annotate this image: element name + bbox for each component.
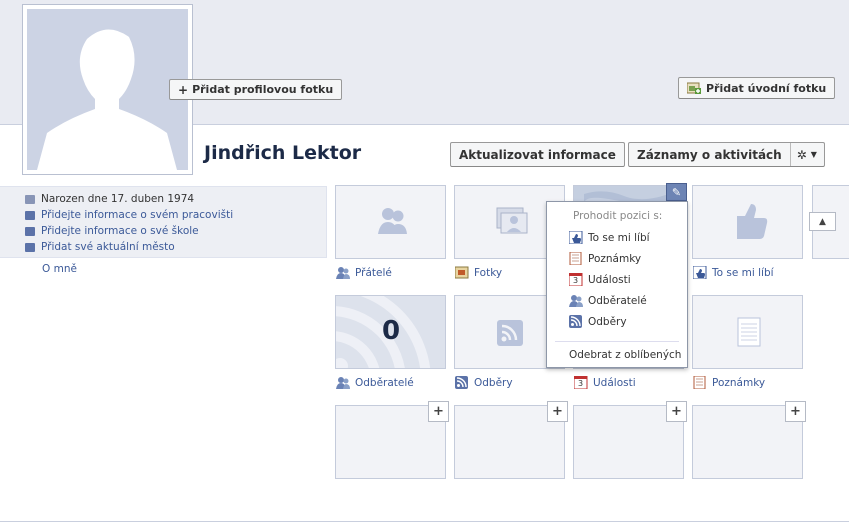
add-tile-button-2[interactable]: +: [547, 401, 568, 422]
arrow-up-icon[interactable]: ▲: [809, 212, 836, 231]
swap-position-menu: Prohodit pozici s: To se mi líbí Poznámk…: [546, 201, 688, 368]
add-cover-photo-button[interactable]: Přidat úvodní fotku: [678, 77, 836, 99]
activity-log-label: Záznamy o aktivitách: [629, 143, 791, 166]
notes-text: Poznámky: [712, 376, 766, 389]
add-tile-button-1[interactable]: +: [428, 401, 449, 422]
swap-item-notes[interactable]: Poznámky: [569, 251, 642, 266]
friends-icon: [378, 208, 407, 234]
pencil-icon[interactable]: ✎: [666, 183, 687, 201]
menu-divider: [555, 341, 679, 342]
add-cover-photo-label: Přidat úvodní fotku: [706, 81, 827, 95]
notes-tile[interactable]: [692, 295, 803, 369]
person-silhouette-icon: [27, 9, 188, 170]
swap-item-events[interactable]: 3 Události: [568, 272, 631, 287]
school-info-link[interactable]: Přidejte informace o své škole: [25, 225, 199, 237]
events-label[interactable]: 3 Události: [573, 375, 636, 390]
born-info: Narozen dne 17. duben 1974: [25, 193, 194, 205]
like-small-icon: [568, 230, 583, 245]
update-info-label: Aktualizovat informace: [459, 147, 616, 162]
notes-small-icon: [693, 375, 707, 390]
home-icon: [25, 242, 35, 252]
subscribers-small-icon: [336, 376, 350, 389]
subscriptions-label[interactable]: Odběry: [455, 376, 513, 389]
like-small-icon: [692, 265, 707, 280]
calendar-small-icon: 3: [573, 375, 588, 390]
swap-item-likes[interactable]: To se mi líbí: [568, 230, 650, 245]
subscribers-tile[interactable]: 0: [335, 295, 446, 369]
chevron-down-icon: ▼: [810, 150, 817, 159]
notes-small-icon: [569, 251, 583, 266]
city-text: Přidat své aktuální město: [41, 241, 175, 253]
friends-label[interactable]: Přátelé: [336, 266, 392, 279]
profile-picture[interactable]: [22, 4, 193, 175]
swap-menu-header: Prohodit pozici s:: [573, 210, 663, 222]
photos-label[interactable]: Fotky: [454, 266, 503, 279]
default-avatar-silhouette: [27, 9, 188, 170]
school-icon: [25, 226, 35, 236]
calendar-day-number: 3: [573, 276, 579, 285]
calendar-day-number: 3: [578, 379, 584, 388]
friends-small-icon: [336, 266, 350, 279]
rss-small-icon: [455, 376, 469, 389]
photos-text: Fotky: [474, 266, 503, 279]
swap-item-likes-text: To se mi líbí: [588, 231, 650, 244]
school-text: Přidejte informace o své škole: [41, 225, 199, 237]
activity-log-button[interactable]: Záznamy o aktivitách ✲ ▼: [628, 142, 825, 167]
notes-icon: [737, 317, 761, 347]
add-tile-button-4[interactable]: +: [785, 401, 806, 422]
likes-label[interactable]: To se mi líbí: [692, 265, 774, 280]
add-profile-photo-button[interactable]: + Přidat profilovou fotku: [169, 79, 343, 100]
swap-item-notes-text: Poznámky: [588, 252, 642, 265]
plus-icon: +: [178, 82, 189, 97]
work-text: Přidejte informace o svém pracovišti: [41, 209, 234, 221]
swap-item-events-text: Události: [588, 273, 631, 286]
bottom-divider: [0, 521, 849, 522]
swap-item-subscribers[interactable]: Odběratelé: [569, 294, 647, 307]
add-tile-button-3[interactable]: +: [666, 401, 687, 422]
friends-text: Přátelé: [355, 266, 392, 279]
thumbs-up-icon: [737, 204, 768, 239]
subscribers-count: 0: [382, 316, 401, 346]
rss-small-icon: [569, 315, 583, 328]
swap-item-subscriptions-text: Odběry: [588, 315, 627, 328]
remove-from-favorites[interactable]: Odebrat z oblíbených: [569, 349, 681, 361]
city-info-link[interactable]: Přidat své aktuální město: [25, 241, 175, 253]
calendar-small-icon: 3: [568, 272, 583, 287]
subscribers-small-icon: [569, 294, 583, 307]
about-link[interactable]: O mně: [42, 263, 77, 275]
friends-tile[interactable]: [335, 185, 446, 259]
swap-item-subscribers-text: Odběratelé: [588, 294, 647, 307]
add-profile-photo-label: Přidat profilovou fotku: [192, 83, 334, 96]
photos-small-icon: [454, 266, 469, 279]
work-info-link[interactable]: Přidejte informace o svém pracovišti: [25, 209, 233, 221]
subscribers-text: Odběratelé: [355, 376, 414, 389]
swap-item-subscriptions[interactable]: Odběry: [569, 315, 627, 328]
gear-icon[interactable]: ✲ ▼: [791, 148, 823, 162]
born-text: Narozen dne 17. duben 1974: [41, 193, 195, 205]
cover-photo-icon: [686, 82, 701, 94]
likes-tile[interactable]: [692, 185, 803, 259]
events-text: Události: [593, 376, 636, 389]
likes-text: To se mi líbí: [712, 266, 774, 279]
briefcase-icon: [25, 210, 35, 220]
update-info-button[interactable]: Aktualizovat informace: [450, 142, 625, 167]
calendar-icon: [25, 194, 35, 204]
notes-label[interactable]: Poznámky: [693, 375, 766, 390]
subscriptions-text: Odběry: [474, 376, 513, 389]
subscribers-label[interactable]: Odběratelé: [336, 376, 414, 389]
profile-name: Jindřich Lektor: [204, 142, 362, 164]
